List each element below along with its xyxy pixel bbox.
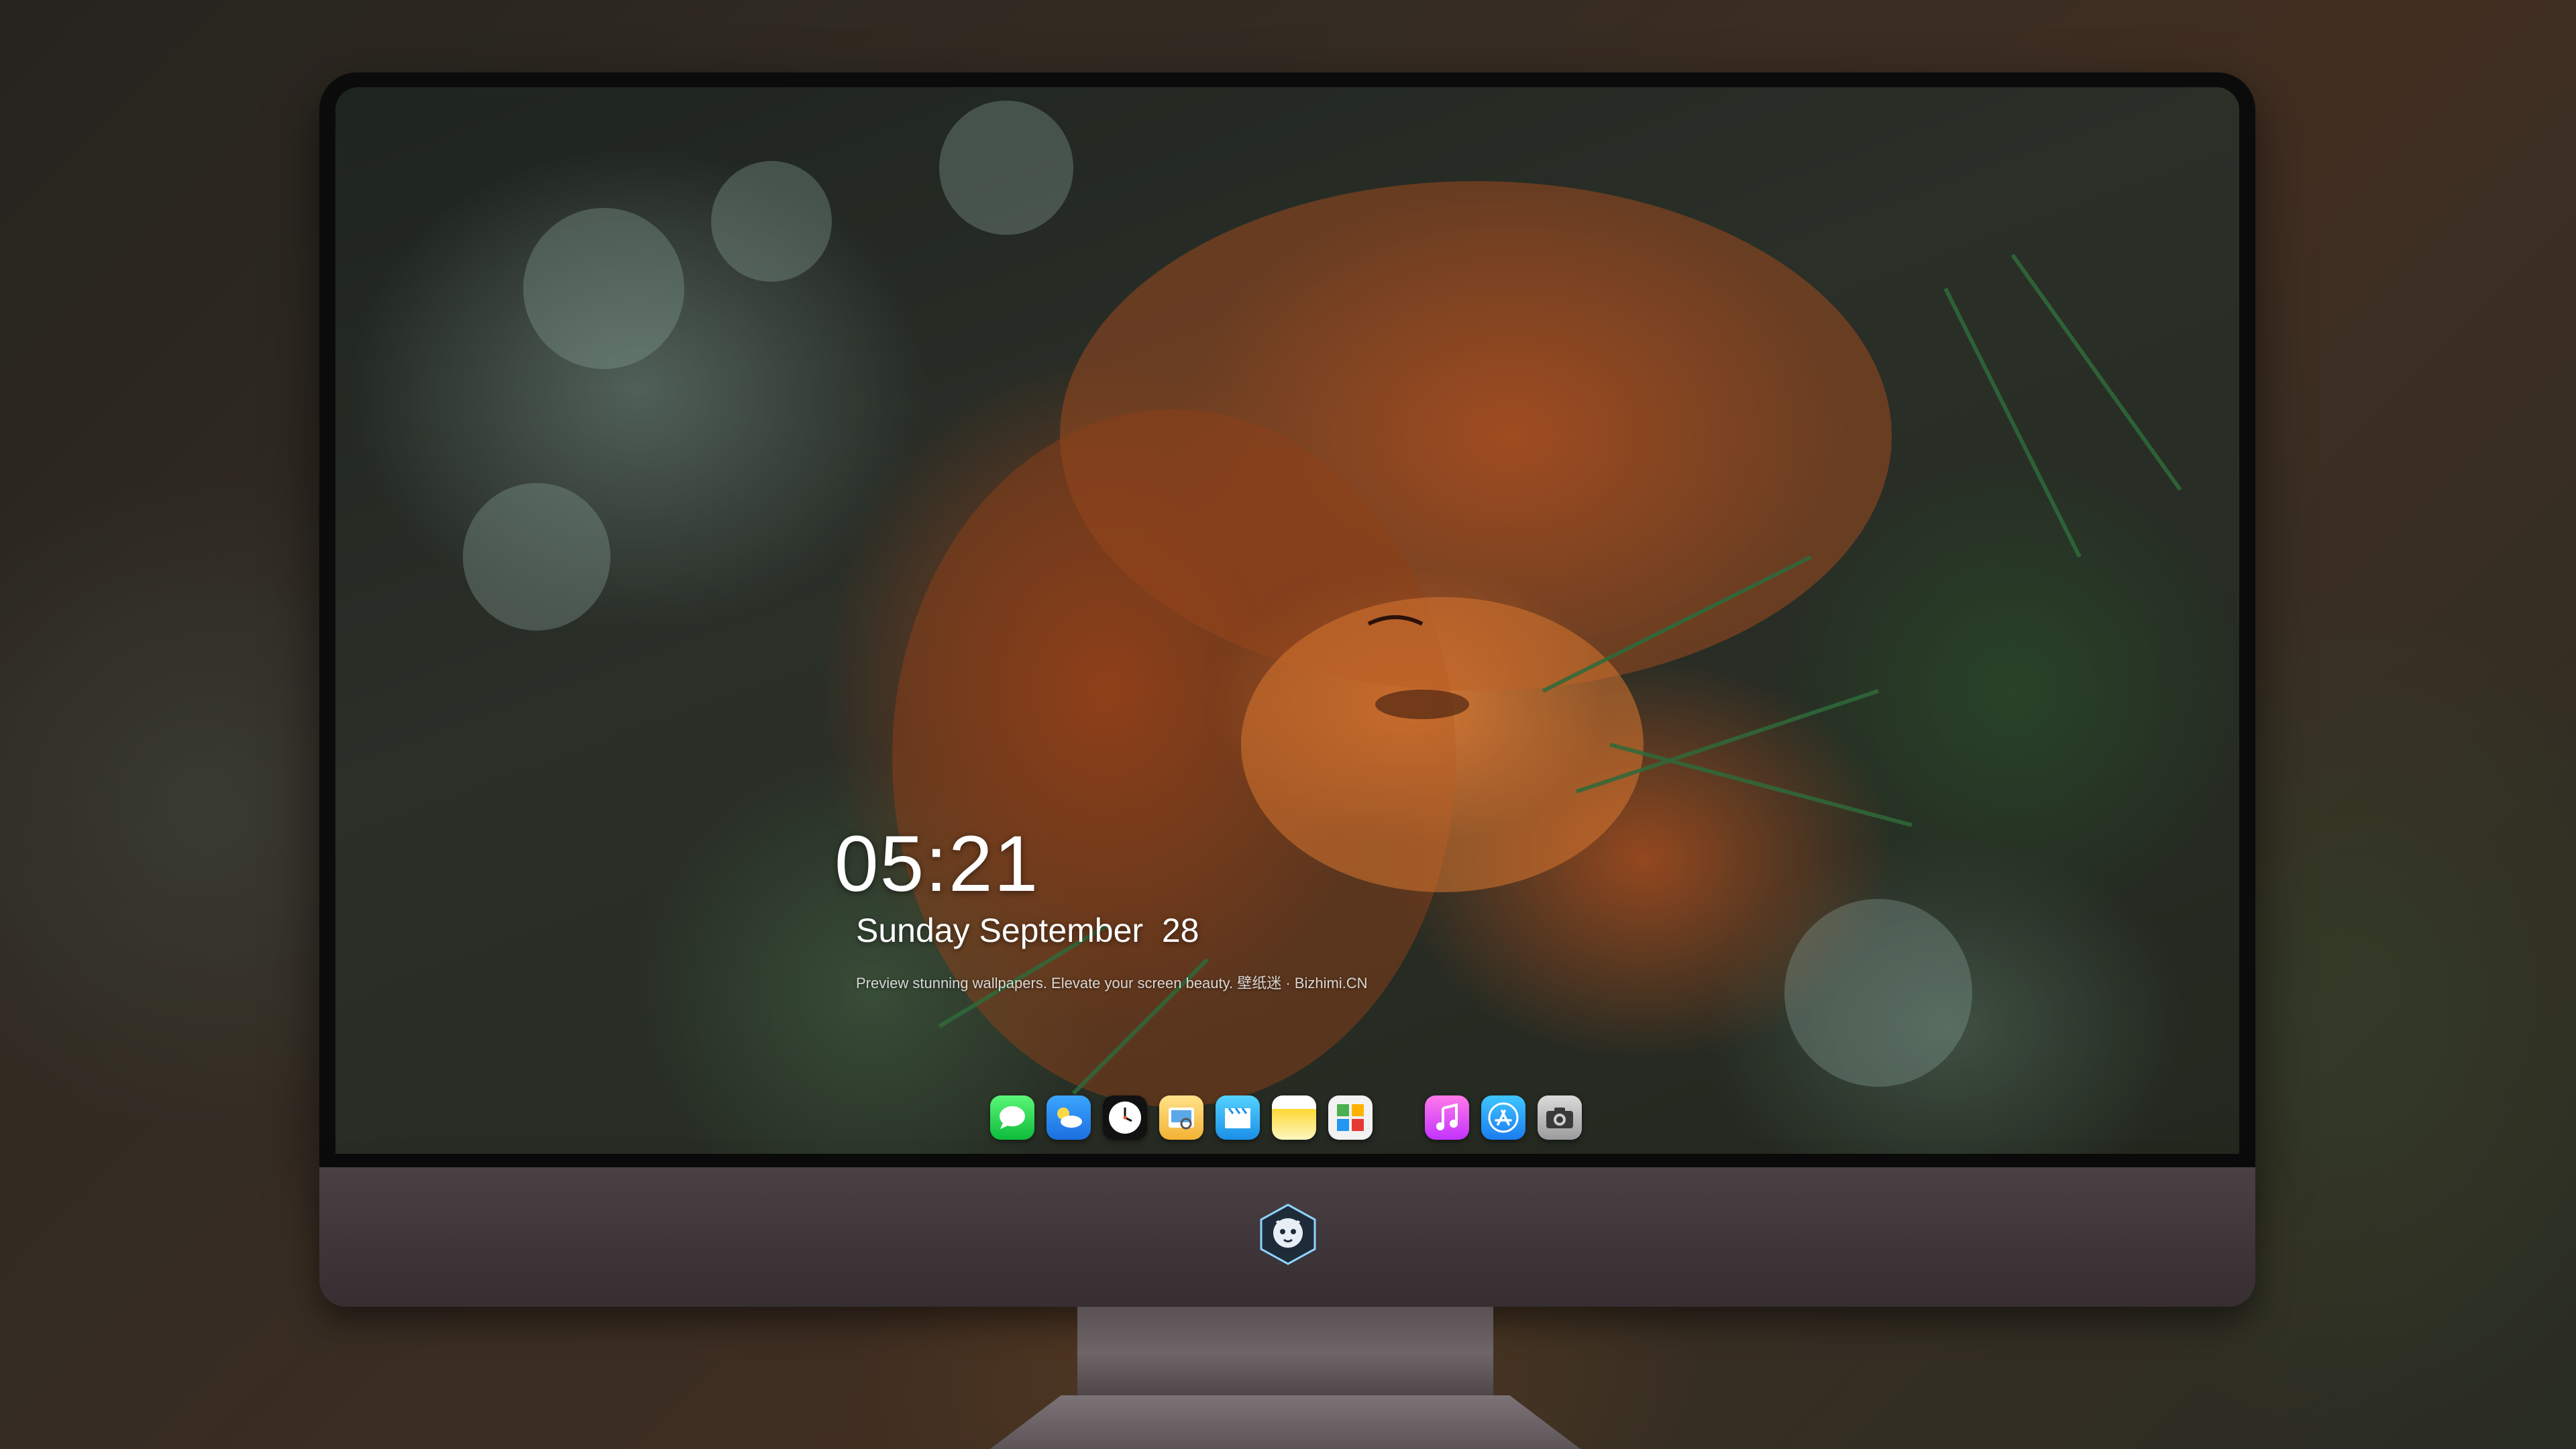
clips-icon[interactable] <box>1216 1095 1260 1140</box>
camera-icon[interactable] <box>1538 1095 1582 1140</box>
wallpaper-squirrel <box>463 101 2182 1107</box>
lock-screen[interactable]: 05:21 Sunday September 28 Preview stunni… <box>335 87 2239 1154</box>
messages-icon[interactable] <box>990 1095 1034 1140</box>
preview-icon[interactable] <box>1159 1095 1203 1140</box>
weather-icon[interactable] <box>1046 1095 1091 1140</box>
monitor-bezel: 05:21 Sunday September 28 Preview stunni… <box>319 72 2255 1167</box>
photos-icon[interactable] <box>1328 1095 1373 1140</box>
dock <box>990 1091 1582 1144</box>
mascot-logo <box>1257 1203 1319 1265</box>
monitor-stand-base <box>990 1395 1580 1449</box>
lock-date: Sunday September 28 <box>856 912 1199 949</box>
app-store-icon[interactable] <box>1481 1095 1525 1140</box>
monitor-stand <box>1077 1307 1493 1401</box>
clock-icon[interactable] <box>1103 1095 1147 1140</box>
music-icon[interactable] <box>1425 1095 1469 1140</box>
wallpaper-tagline: Preview stunning wallpapers. Elevate you… <box>856 975 1368 991</box>
lock-clock: 05:21 <box>835 820 1040 908</box>
monitor-chin <box>319 1167 2255 1307</box>
notes-icon[interactable] <box>1272 1095 1316 1140</box>
imac-monitor: 05:21 Sunday September 28 Preview stunni… <box>319 72 2255 1307</box>
